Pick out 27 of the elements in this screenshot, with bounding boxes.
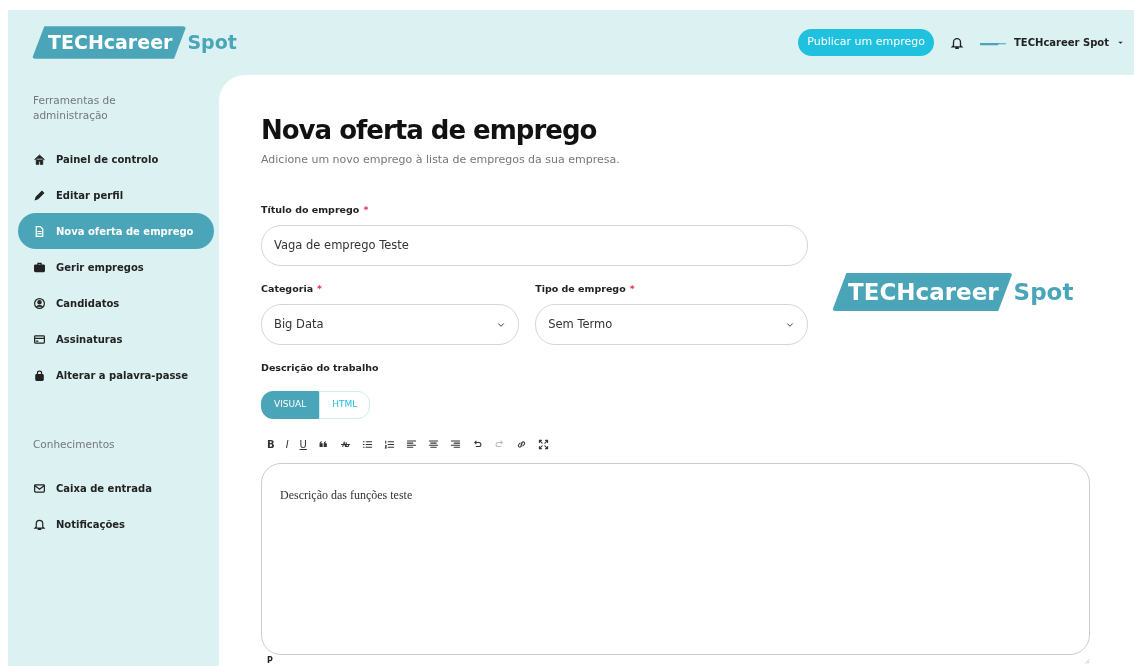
sidebar-item[interactable]: Painel de controlo bbox=[18, 141, 214, 178]
sidebar-item[interactable]: Caixa de entrada bbox=[18, 470, 214, 507]
editor-area[interactable]: Descrição das funções teste bbox=[261, 462, 1090, 655]
field-label: Descrição do trabalho bbox=[261, 361, 380, 376]
select-field[interactable]: Sem Termo bbox=[535, 304, 808, 346]
sidebar-item[interactable]: Editar perfil bbox=[18, 177, 214, 214]
select-field[interactable]: Big Data bbox=[261, 304, 520, 346]
field-label: Categoria * bbox=[261, 281, 323, 296]
logo: TECHcareer Spot bbox=[32, 26, 237, 59]
sidebar-item[interactable]: Alterar a palavra-passe bbox=[18, 357, 214, 394]
element-path: P bbox=[267, 654, 273, 666]
field-label: Tipo de emprego * bbox=[535, 281, 636, 296]
page-subtitle: Adicione um novo emprego à lista de empregos da sua empresa. bbox=[261, 152, 621, 169]
section-heading: Ferramentas de administração bbox=[32, 93, 117, 124]
sidebar-item[interactable]: Assinaturas bbox=[18, 321, 214, 358]
section-heading: Conhecimentos bbox=[32, 437, 116, 453]
sidebar-item[interactable]: Candidatos bbox=[18, 285, 214, 322]
sidebar-item[interactable]: Notificações bbox=[18, 506, 214, 543]
sidebar-item[interactable]: Gerir empregos bbox=[18, 249, 214, 286]
text-field[interactable]: Vaga de emprego Teste bbox=[261, 224, 808, 266]
account-menu[interactable]: TECHcareer Spot bbox=[980, 35, 1124, 50]
page-title: Nova oferta de emprego bbox=[261, 115, 598, 147]
toolbar-button[interactable]: U bbox=[299, 437, 307, 453]
field-label: Título do emprego * bbox=[261, 202, 370, 217]
toolbar-button[interactable]: B bbox=[267, 437, 275, 453]
toolbar-button[interactable]: I bbox=[285, 437, 289, 453]
logo: TECHcareer Spot bbox=[832, 272, 1074, 312]
